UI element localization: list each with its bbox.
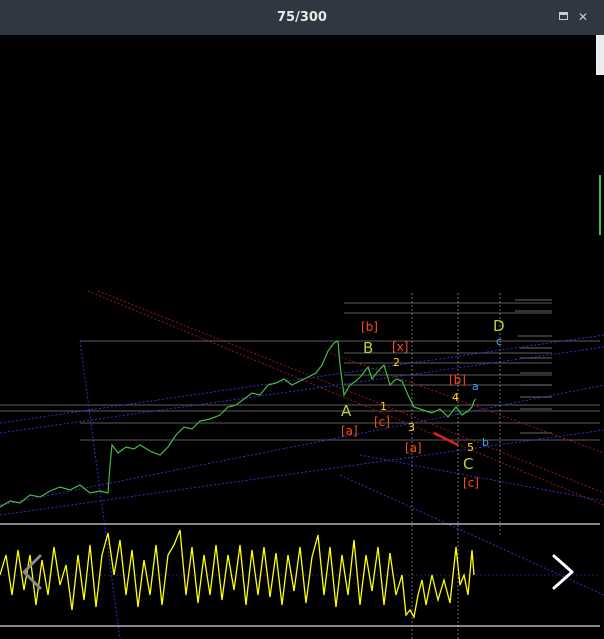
wave-label-small-b: b bbox=[482, 436, 489, 449]
wave-label-small-a: a bbox=[472, 380, 479, 393]
wave-label-c2-bracket: [c] bbox=[463, 476, 479, 490]
wave-label-D: D bbox=[493, 317, 505, 335]
time-markers bbox=[411, 293, 501, 639]
wave-label-B: B bbox=[363, 339, 373, 357]
window-titlebar: 75/300 ✕ bbox=[0, 0, 604, 35]
wave-label-b-bracket: [b] bbox=[361, 320, 378, 334]
wave-label-3: 3 bbox=[408, 421, 415, 434]
wave-label-5: 5 bbox=[467, 441, 474, 454]
close-icon[interactable]: ✕ bbox=[577, 11, 589, 23]
wave-label-x-bracket: [x] bbox=[392, 340, 408, 354]
wave-label-b2-bracket: [b] bbox=[449, 373, 466, 387]
wave-label-C: C bbox=[463, 455, 473, 473]
wave-label-small-c: c bbox=[496, 335, 502, 348]
maximize-icon[interactable] bbox=[558, 11, 570, 23]
chart-canvas: D B A C [b] [x] [a] [c] [b] [a] [c] 2 1 … bbox=[0, 175, 604, 639]
chevron-left-icon[interactable] bbox=[18, 552, 48, 592]
wave-label-a-bracket: [a] bbox=[341, 424, 358, 438]
wave-label-2: 2 bbox=[393, 356, 400, 369]
price-line bbox=[0, 340, 477, 508]
wave-label-c-bracket: [c] bbox=[374, 415, 390, 429]
fib-level-text bbox=[515, 299, 552, 434]
red-trend-segment bbox=[433, 431, 459, 447]
red-channel bbox=[87, 290, 604, 506]
wave-label-1: 1 bbox=[380, 400, 387, 413]
chevron-right-icon[interactable] bbox=[548, 552, 578, 592]
wave-label-a2-bracket: [a] bbox=[405, 441, 422, 455]
window-title: 75/300 bbox=[277, 10, 327, 25]
wave-label-A: A bbox=[341, 402, 352, 420]
wave-label-4: 4 bbox=[452, 391, 459, 404]
chart-image-viewer: D B A C [b] [x] [a] [c] [b] [a] [c] 2 1 … bbox=[0, 35, 604, 639]
oscillator-line bbox=[0, 529, 475, 619]
